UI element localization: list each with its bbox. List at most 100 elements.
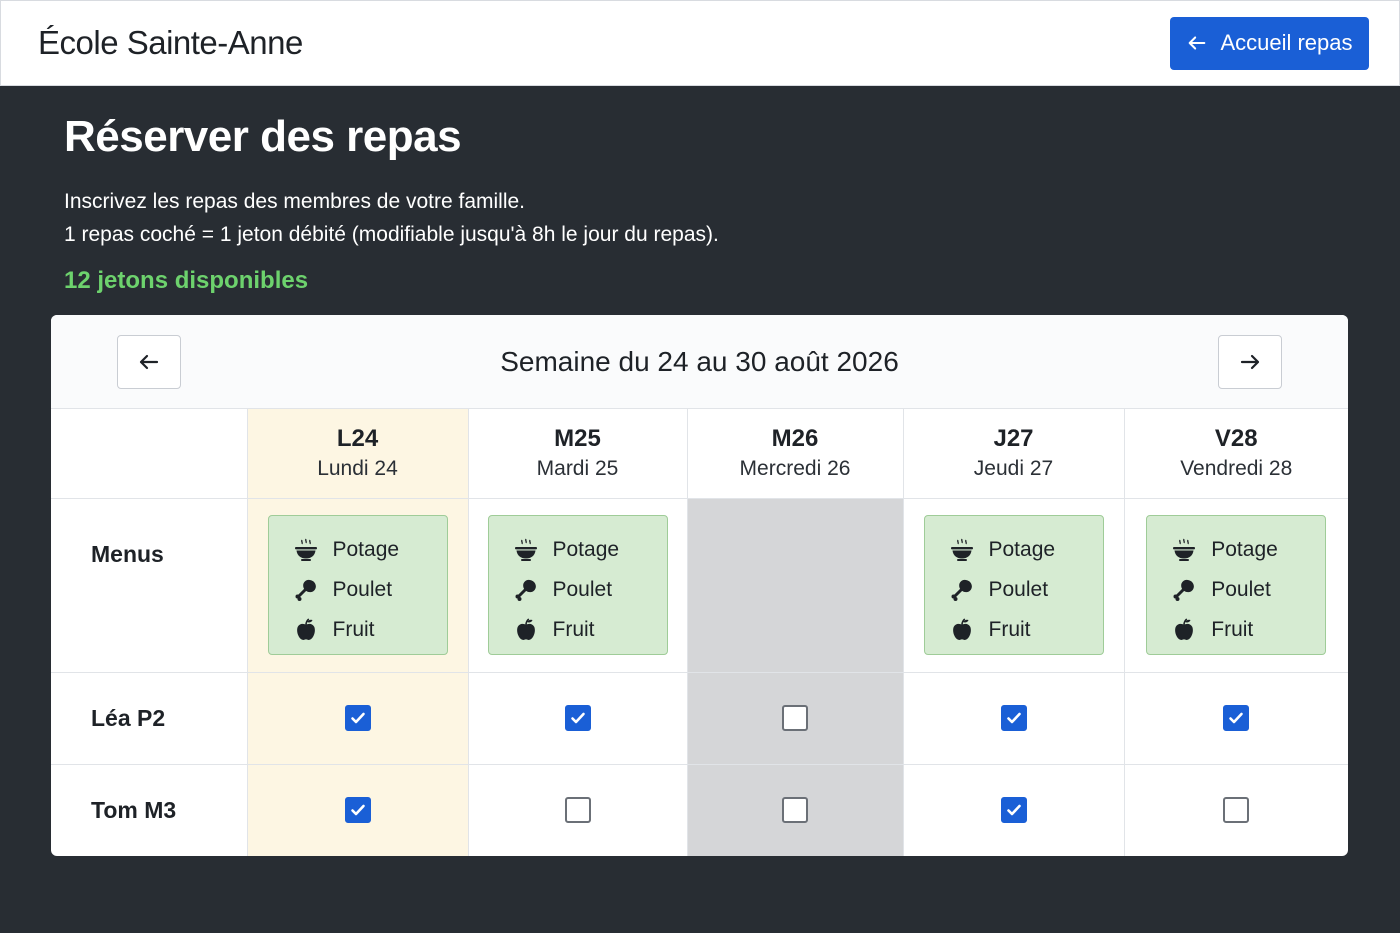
menu-dessert: Fruit (293, 610, 447, 650)
day-name: Mercredi 26 (739, 457, 851, 481)
tokens-available: 12 jetons disponibles (64, 267, 309, 294)
meal-cell (468, 672, 688, 765)
meal-checkbox[interactable] (344, 797, 371, 824)
meal-cell (247, 672, 469, 765)
menus-row: Menus Potage Poulet Fruit Potage Poulet Frui… (51, 498, 1348, 673)
meal-checkbox[interactable] (1000, 705, 1027, 731)
meal-checkbox[interactable] (782, 705, 808, 731)
day-code: L24 (336, 425, 379, 453)
home-meals-button[interactable]: Accueil repas (1170, 16, 1369, 70)
meal-cell (903, 672, 1125, 765)
arrow-right-icon (1240, 354, 1260, 369)
check-icon (1229, 712, 1244, 724)
menu-dessert-label: Fruit (1211, 618, 1254, 641)
day-name: Vendredi 28 (1180, 457, 1293, 481)
day-code: J27 (993, 425, 1034, 453)
next-week-button[interactable] (1218, 334, 1282, 389)
kid-row-lea: Léa P2 (51, 672, 1348, 765)
meal-grid: L24 Lundi 24 M25 Mardi 25 M26 Mercredi 26 J… (51, 409, 1348, 856)
meal-cell (687, 672, 904, 765)
days-header-row: L24 Lundi 24 M25 Mardi 25 M26 Mercredi 26 J… (51, 409, 1348, 499)
day-header-wednesday: M26 Mercredi 26 (687, 409, 904, 499)
menu-starter-label: Potage (988, 538, 1056, 561)
menu-dessert-label: Fruit (332, 618, 375, 641)
apple-icon (1175, 618, 1194, 640)
meal-cell (468, 764, 688, 856)
menu-main-label: Poulet (1211, 578, 1271, 601)
meal-checkbox[interactable] (1223, 705, 1250, 731)
menu-main: Poulet (1171, 570, 1325, 610)
apple-icon (296, 618, 315, 640)
check-icon (570, 712, 585, 724)
school-name: École Sainte-Anne (38, 24, 303, 61)
soup-bowl-icon (1173, 538, 1196, 561)
menu-card: Potage Poulet Fruit (487, 515, 668, 655)
menu-cell-closed (687, 498, 904, 673)
menu-main-label: Poulet (552, 578, 613, 601)
menu-card: Potage Poulet Fruit (923, 515, 1104, 655)
meal-checkbox[interactable] (782, 797, 808, 824)
top-bar: École Sainte-Anne Accueil repas (0, 0, 1400, 86)
menu-cell: Potage Poulet Fruit (468, 498, 688, 673)
meal-cell (687, 764, 904, 856)
chicken-leg-icon (295, 579, 316, 601)
menu-cell: Potage Poulet Fruit (247, 498, 469, 673)
menu-starter: Potage (949, 530, 1103, 570)
menu-starter: Potage (1171, 530, 1325, 570)
meal-cell (1124, 672, 1348, 765)
meal-checkbox[interactable] (344, 705, 371, 731)
soup-bowl-icon (950, 538, 973, 561)
kid-name: Léa P2 (51, 672, 248, 765)
menu-card: Potage Poulet Fruit (267, 515, 448, 655)
day-header-tuesday: M25 Mardi 25 (468, 409, 688, 499)
day-header-friday: V28 Vendredi 28 (1124, 409, 1348, 499)
soup-bowl-icon (514, 538, 537, 561)
meal-checkbox[interactable] (1223, 797, 1250, 824)
menu-main: Poulet (949, 570, 1103, 610)
menu-cell: Potage Poulet Fruit (1124, 498, 1348, 673)
day-name: Mardi 25 (536, 457, 619, 481)
menu-main-label: Poulet (988, 578, 1049, 601)
description-line-2: 1 repas coché = 1 jeton débité (modifiab… (64, 223, 719, 246)
apple-icon (516, 618, 535, 640)
chicken-leg-icon (951, 579, 972, 601)
check-icon (350, 804, 365, 816)
home-meals-label: Accueil repas (1220, 30, 1353, 55)
menu-main: Poulet (293, 570, 447, 610)
kid-name: Tom M3 (51, 764, 248, 856)
meal-checkbox[interactable] (564, 705, 591, 731)
check-icon (350, 712, 365, 724)
arrow-left-icon (139, 354, 159, 369)
meal-cell (247, 764, 469, 856)
kid-row-tom: Tom M3 (51, 764, 1348, 856)
booking-card: Semaine du 24 au 30 août 2026 L24 Lundi 2… (51, 315, 1348, 856)
day-name: Lundi 24 (317, 457, 398, 481)
day-code: M26 (771, 425, 819, 453)
day-header-monday: L24 Lundi 24 (247, 409, 469, 499)
meal-checkbox[interactable] (1000, 797, 1027, 824)
menu-dessert: Fruit (949, 610, 1103, 650)
corner-cell (51, 409, 248, 499)
menu-starter-label: Potage (1211, 538, 1278, 561)
arrow-left-icon (1189, 36, 1206, 50)
menu-starter-label: Potage (552, 538, 620, 561)
previous-week-button[interactable] (117, 334, 181, 389)
page-title: Réserver des repas (64, 112, 462, 161)
menu-starter: Potage (293, 530, 447, 570)
menu-starter-label: Potage (332, 538, 400, 561)
menus-row-label: Menus (51, 498, 248, 673)
chicken-leg-icon (1173, 579, 1195, 601)
description-line-1: Inscrivez les repas des membres de votre… (64, 190, 526, 213)
check-icon (1006, 804, 1021, 816)
day-code: V28 (1214, 425, 1258, 453)
meal-cell (903, 764, 1125, 856)
menu-cell: Potage Poulet Fruit (903, 498, 1125, 673)
menu-card: Potage Poulet Fruit (1146, 515, 1327, 655)
chicken-leg-icon (515, 579, 536, 601)
meal-checkbox[interactable] (564, 797, 591, 824)
menu-main: Poulet (513, 570, 667, 610)
day-header-thursday: J27 Jeudi 27 (903, 409, 1125, 499)
menu-dessert: Fruit (513, 610, 667, 650)
menu-dessert: Fruit (1171, 610, 1325, 650)
soup-bowl-icon (294, 538, 317, 561)
